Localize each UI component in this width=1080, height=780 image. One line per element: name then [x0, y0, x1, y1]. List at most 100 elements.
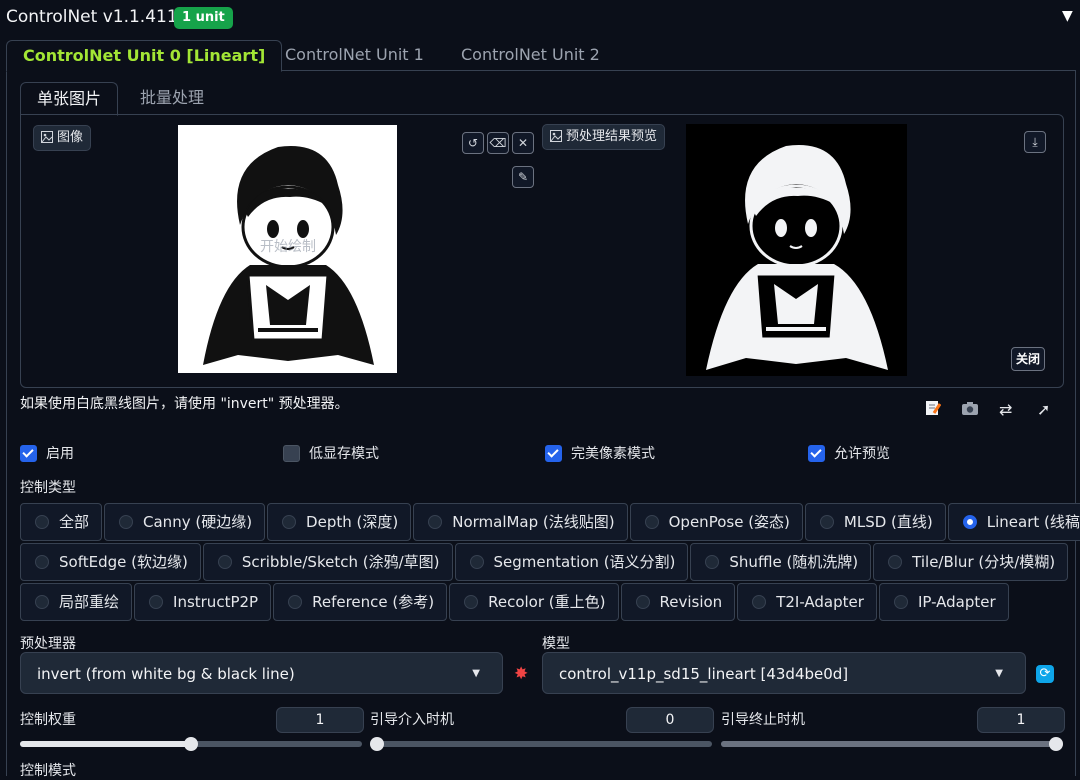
send-dimensions-icon[interactable]: ➚	[1037, 400, 1050, 419]
camera-icon[interactable]	[961, 400, 979, 420]
edit-icon[interactable]	[925, 400, 942, 420]
control-type-row-3: 局部重绘 InstructP2P Reference (参考) Recolor …	[20, 583, 1009, 621]
radio-dot[interactable]	[464, 595, 479, 609]
low-vram-checkbox[interactable]: 低显存模式	[283, 443, 379, 463]
radio-t2i-adapter[interactable]: T2I-Adapter	[737, 583, 877, 621]
input-image-label: 图像	[33, 125, 92, 151]
checkbox-checked[interactable]	[808, 444, 825, 462]
model-dropdown[interactable]: control_v11p_sd15_lineart [43d4be0d] ▼	[542, 652, 1026, 694]
radio-dot[interactable]	[819, 515, 834, 529]
radio-openpose[interactable]: OpenPose (姿态)	[629, 503, 803, 541]
radio-depth[interactable]: Depth (深度)	[267, 503, 412, 541]
radio-ip-adapter[interactable]: IP-Adapter	[878, 583, 1009, 621]
download-icon[interactable]: ⤓	[1024, 131, 1046, 153]
run-preprocessor-icon[interactable]: ✸	[514, 664, 528, 684]
radio-dot[interactable]	[428, 515, 443, 529]
checkbox-checked[interactable]	[20, 444, 37, 462]
slider-knob[interactable]	[184, 737, 198, 751]
allow-preview-checkbox[interactable]: 允许预览	[808, 443, 890, 463]
radio-segmentation[interactable]: Segmentation (语义分割)	[454, 543, 689, 581]
image-area	[20, 114, 1064, 388]
image-icon	[550, 130, 562, 142]
radio-dot[interactable]	[119, 515, 134, 529]
preprocessor-preview-image	[686, 124, 907, 376]
radio-dot[interactable]	[752, 595, 767, 609]
lineart-character-image: 开始绘制	[203, 146, 374, 365]
radio-dot[interactable]	[644, 515, 659, 529]
control-type-row-2: SoftEdge (软边缘) Scribble/Sketch (涂鸦/草图) S…	[20, 543, 1069, 581]
radio-dot[interactable]	[469, 555, 484, 569]
guidance-end-input[interactable]: 1	[977, 707, 1065, 733]
checkbox-checked[interactable]	[545, 444, 562, 462]
control-mode-label: 控制模式	[20, 763, 76, 779]
preprocessor-dropdown[interactable]: invert (from white bg & black line) ▼	[20, 652, 503, 694]
slider-fill	[20, 741, 191, 747]
eraser-icon[interactable]: ⌫	[487, 132, 509, 154]
control-weight-input[interactable]: 1	[276, 707, 364, 733]
undo-icon[interactable]: ↺	[462, 132, 484, 154]
control-weight-slider[interactable]	[20, 737, 362, 751]
radio-instructp2p[interactable]: InstructP2P	[134, 583, 272, 621]
radio-dot[interactable]	[893, 595, 908, 609]
radio-shuffle[interactable]: Shuffle (随机洗牌)	[690, 543, 872, 581]
radio-recolor[interactable]: Recolor (重上色)	[449, 583, 619, 621]
collapse-icon[interactable]: ▼	[1062, 8, 1073, 24]
invert-hint: 如果使用白底黑线图片，请使用 "invert" 预处理器。	[20, 396, 349, 412]
radio-dot-selected[interactable]	[962, 515, 977, 529]
canvas-watermark: 开始绘制	[260, 239, 316, 255]
model-label: 模型	[542, 636, 570, 652]
tab-unit-2[interactable]: ControlNet Unit 2	[445, 40, 616, 70]
input-image-canvas[interactable]: 开始绘制	[178, 125, 397, 373]
radio-softedge[interactable]: SoftEdge (软边缘)	[20, 543, 201, 581]
guidance-end-slider[interactable]	[721, 737, 1063, 751]
guidance-start-input[interactable]: 0	[626, 707, 714, 733]
radio-dot[interactable]	[635, 595, 650, 609]
slider-knob[interactable]	[370, 737, 384, 751]
radio-dot[interactable]	[888, 555, 903, 569]
radio-lineart[interactable]: Lineart (线稿)	[947, 503, 1080, 541]
radio-tile-blur[interactable]: Tile/Blur (分块/模糊)	[873, 543, 1069, 581]
dropdown-arrow-icon: ▼	[995, 668, 1003, 679]
unit-count-badge: 1 unit	[174, 7, 233, 29]
slider-knob[interactable]	[1049, 737, 1063, 751]
radio-dot[interactable]	[705, 555, 720, 569]
radio-canny[interactable]: Canny (硬边缘)	[104, 503, 266, 541]
tab-batch[interactable]: 批量处理	[124, 82, 220, 114]
control-weight-label: 控制权重	[20, 712, 76, 728]
radio-dot[interactable]	[288, 595, 303, 609]
radio-dot[interactable]	[35, 555, 49, 569]
control-type-label: 控制类型	[20, 480, 76, 496]
swap-icon[interactable]: ⇄	[999, 400, 1012, 419]
control-type-row-1: 全部 Canny (硬边缘) Depth (深度) NormalMap (法线贴…	[20, 503, 1080, 541]
guidance-end-label: 引导终止时机	[721, 712, 805, 728]
refresh-icon[interactable]: ⟳	[1036, 665, 1054, 683]
inverted-lineart-image	[706, 145, 888, 370]
tab-unit-1[interactable]: ControlNet Unit 1	[269, 40, 440, 70]
radio-dot[interactable]	[282, 515, 297, 529]
brush-icon[interactable]: ✎	[512, 166, 534, 188]
radio-inpaint[interactable]: 局部重绘	[20, 583, 133, 621]
slider-fill	[721, 741, 1063, 747]
radio-dot[interactable]	[35, 595, 49, 609]
radio-mlsd[interactable]: MLSD (直线)	[804, 503, 946, 541]
radio-normalmap[interactable]: NormalMap (法线贴图)	[413, 503, 628, 541]
pixel-perfect-checkbox[interactable]: 完美像素模式	[545, 443, 655, 463]
checkbox-unchecked[interactable]	[283, 444, 300, 462]
tab-unit-0[interactable]: ControlNet Unit 0 [Lineart]	[6, 40, 283, 72]
radio-revision[interactable]: Revision	[620, 583, 736, 621]
radio-dot[interactable]	[217, 555, 232, 569]
tab-single-image[interactable]: 单张图片	[20, 82, 119, 116]
close-preview-button[interactable]: 关闭	[1011, 347, 1046, 371]
guidance-start-label: 引导介入时机	[370, 712, 454, 728]
radio-dot[interactable]	[35, 515, 49, 529]
radio-reference[interactable]: Reference (参考)	[273, 583, 448, 621]
preprocessor-label: 预处理器	[20, 636, 76, 652]
radio-scribble[interactable]: Scribble/Sketch (涂鸦/草图)	[202, 543, 453, 581]
guidance-start-slider[interactable]	[370, 737, 712, 751]
radio-all[interactable]: 全部	[20, 503, 103, 541]
enable-checkbox[interactable]: 启用	[20, 443, 74, 463]
radio-dot[interactable]	[149, 595, 164, 609]
image-icon	[41, 131, 53, 143]
clear-icon[interactable]: ✕	[512, 132, 534, 154]
dropdown-arrow-icon: ▼	[472, 668, 480, 679]
